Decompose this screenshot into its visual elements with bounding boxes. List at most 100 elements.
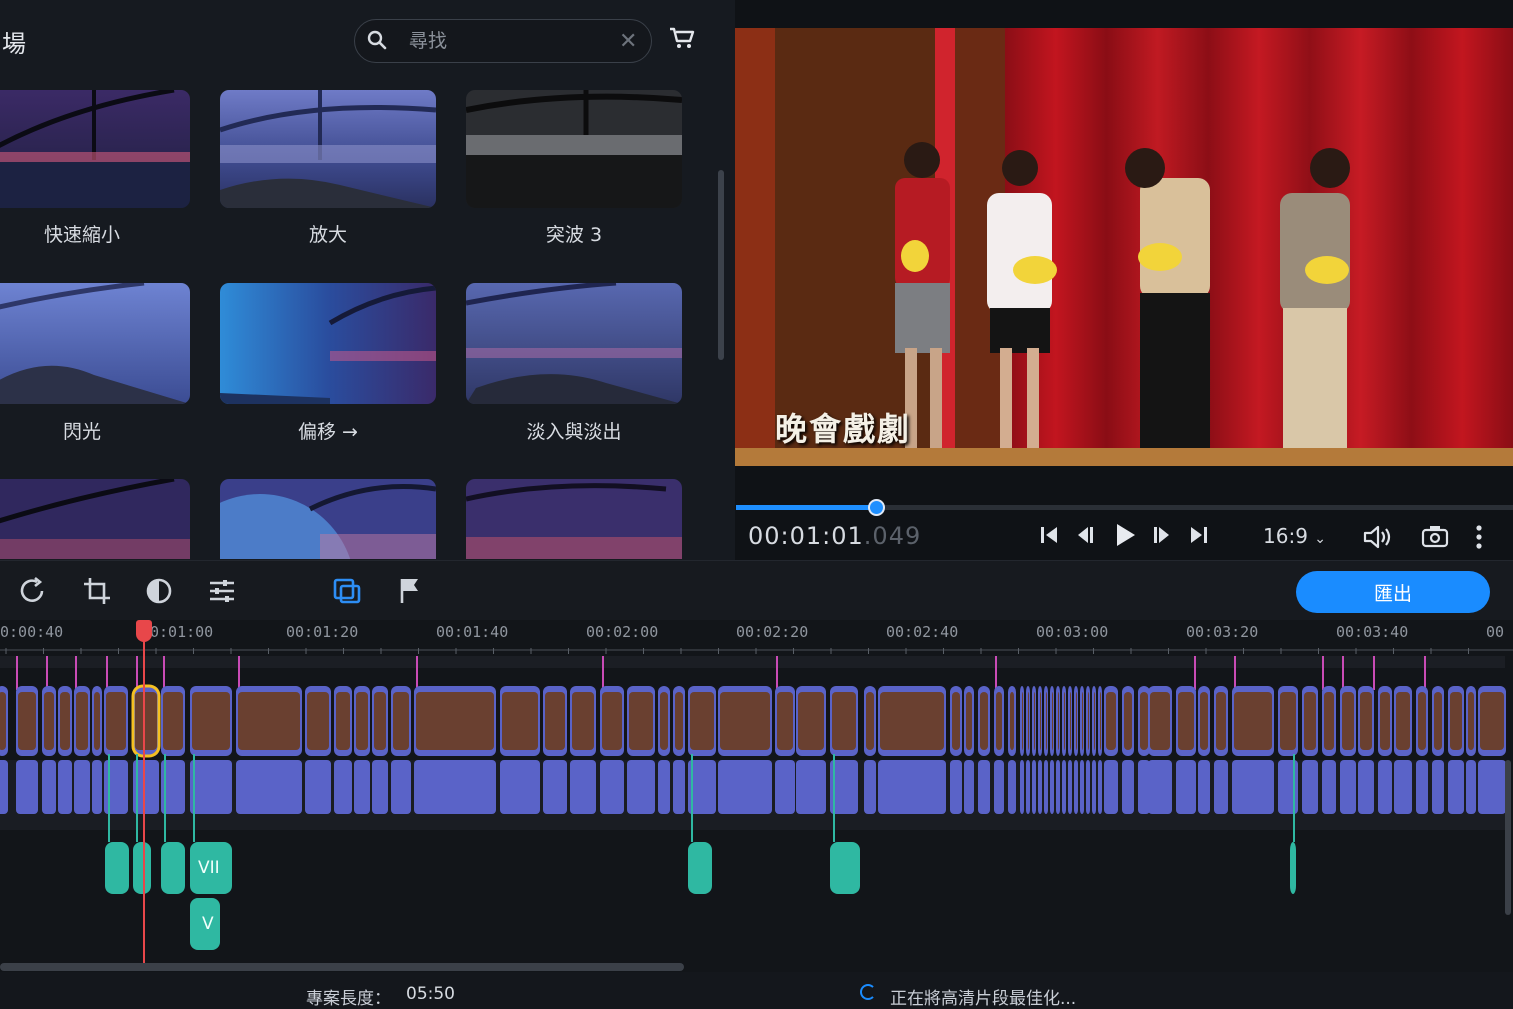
- timeline-horizontal-scrollbar[interactable]: [0, 963, 684, 971]
- tile-label: 放大: [308, 224, 347, 246]
- ruler-tick-label: 00:03:20: [1186, 623, 1259, 641]
- timecode: 00:01:01.049: [748, 522, 921, 550]
- search-box[interactable]: ✕: [354, 19, 652, 63]
- clip-thumbnail: [1076, 692, 1077, 750]
- audio-waveform-block: [1056, 760, 1060, 814]
- audio-clip-label: V: [202, 914, 214, 934]
- clip-thumbnail: [1324, 692, 1334, 750]
- crop-icon[interactable]: [82, 576, 112, 610]
- transition-tile[interactable]: [220, 283, 436, 404]
- timecode-main: 00:01:01: [748, 522, 864, 550]
- audio-waveform-block: [1478, 760, 1506, 814]
- audio-waveform-block: [1032, 760, 1036, 814]
- panel-scrollbar[interactable]: [718, 170, 724, 360]
- clip-thumbnail: [1304, 692, 1316, 750]
- clip-thumbnail: [307, 692, 329, 750]
- ruler-tick-label: 00:01:20: [286, 623, 359, 641]
- scrubber-handle[interactable]: [868, 499, 885, 516]
- transition-tile[interactable]: [0, 283, 190, 404]
- clip-thumbnail: [356, 692, 368, 750]
- color-adjust-icon[interactable]: [144, 576, 174, 610]
- marker-flag-icon[interactable]: [398, 576, 424, 610]
- city-bridge-thumbnail: [220, 479, 436, 559]
- playhead-handle[interactable]: [136, 620, 152, 642]
- clip-thumbnail: [660, 692, 668, 750]
- audio-waveform-block: [1432, 760, 1444, 814]
- previous-frame-icon[interactable]: [1074, 524, 1096, 550]
- ruler-tick-label: 00: [1486, 623, 1505, 641]
- timeline[interactable]: [0, 620, 1513, 972]
- audio-clip: [161, 842, 185, 894]
- transition-tile[interactable]: [466, 283, 682, 404]
- clip-thumbnail: [106, 692, 126, 750]
- audio-waveform-block: [1358, 760, 1374, 814]
- clip-thumbnail: [545, 692, 565, 750]
- next-frame-icon[interactable]: [1151, 524, 1173, 550]
- clip-thumbnail: [135, 692, 157, 750]
- clip-thumbnail: [1040, 692, 1041, 750]
- tile-label: 偏移 →: [298, 421, 358, 443]
- ruler-tick-label: 00:01:40: [436, 623, 509, 641]
- video-preview[interactable]: 晚會戲劇: [735, 28, 1513, 466]
- clip-properties-icon[interactable]: [207, 576, 237, 610]
- transition-tile[interactable]: [466, 90, 682, 208]
- audio-waveform-block: [1448, 760, 1464, 814]
- clip-thumbnail: [1070, 692, 1071, 750]
- audio-waveform-block: [1214, 760, 1228, 814]
- audio-waveform-block: [864, 760, 876, 814]
- clip-thumbnail: [798, 692, 824, 750]
- audio-waveform-block: [1050, 760, 1054, 814]
- search-input[interactable]: [407, 28, 621, 54]
- clip-thumbnail: [1064, 692, 1065, 750]
- audio-waveform-block: [190, 760, 232, 814]
- export-button[interactable]: 匯出: [1296, 571, 1490, 613]
- audio-clip: [105, 842, 129, 894]
- skip-to-start-icon[interactable]: [1038, 524, 1060, 550]
- audio-clip: [133, 842, 151, 894]
- clear-search-icon[interactable]: ✕: [619, 29, 637, 54]
- transition-tile[interactable]: [0, 90, 190, 208]
- audio-waveform-block: [1092, 760, 1096, 814]
- play-icon[interactable]: [1112, 522, 1138, 552]
- ruler-tick-label: 00:03:40: [1336, 623, 1409, 641]
- ruler-tick-label: 00:02:20: [736, 623, 809, 641]
- clip-thumbnail: [1046, 692, 1047, 750]
- transition-tile[interactable]: [220, 479, 436, 559]
- city-bridge-thumbnail: [220, 90, 436, 208]
- clip-thumbnail: [996, 692, 1002, 750]
- audio-waveform-block: [16, 760, 38, 814]
- transition-tile[interactable]: [466, 479, 682, 559]
- rotate-icon[interactable]: [18, 576, 48, 610]
- city-bridge-thumbnail: [466, 283, 682, 404]
- city-bridge-thumbnail: [220, 283, 436, 404]
- audio-waveform-block: [1098, 760, 1102, 814]
- transition-tile[interactable]: [0, 479, 190, 559]
- clip-thumbnail: [1106, 692, 1116, 750]
- clip-thumbnail: [966, 692, 972, 750]
- clip-thumbnail: [1280, 692, 1296, 750]
- audio-waveform-block: [1020, 760, 1024, 814]
- skip-to-end-icon[interactable]: [1188, 524, 1210, 550]
- clip-thumbnail: [163, 692, 183, 750]
- city-bridge-thumbnail: [0, 90, 190, 208]
- clip-thumbnail: [1360, 692, 1372, 750]
- volume-icon[interactable]: [1362, 524, 1394, 554]
- clip-thumbnail: [76, 692, 88, 750]
- cart-icon[interactable]: [668, 26, 696, 54]
- aspect-ratio-dropdown[interactable]: 16:9 ⌄: [1263, 524, 1326, 548]
- clip-thumbnail: [1200, 692, 1208, 750]
- audio-waveform-block: [950, 760, 962, 814]
- ruler-tick-label: 00:02:40: [886, 623, 959, 641]
- aspect-ratio-value: 16:9: [1263, 524, 1308, 548]
- clip-thumbnail: [192, 692, 230, 750]
- audio-waveform-block: [1340, 760, 1356, 814]
- more-options-icon[interactable]: [1474, 524, 1484, 554]
- timeline-vertical-scrollbar[interactable]: [1505, 760, 1511, 915]
- snapshot-camera-icon[interactable]: [1421, 524, 1449, 552]
- status-text: 正在將高清片段最佳化...: [890, 989, 1077, 1009]
- audio-waveform-block: [1068, 760, 1072, 814]
- audio-waveform-block: [600, 760, 624, 814]
- transition-wizard-icon[interactable]: [332, 576, 362, 610]
- clip-thumbnail: [1088, 692, 1089, 750]
- transition-tile[interactable]: [220, 90, 436, 208]
